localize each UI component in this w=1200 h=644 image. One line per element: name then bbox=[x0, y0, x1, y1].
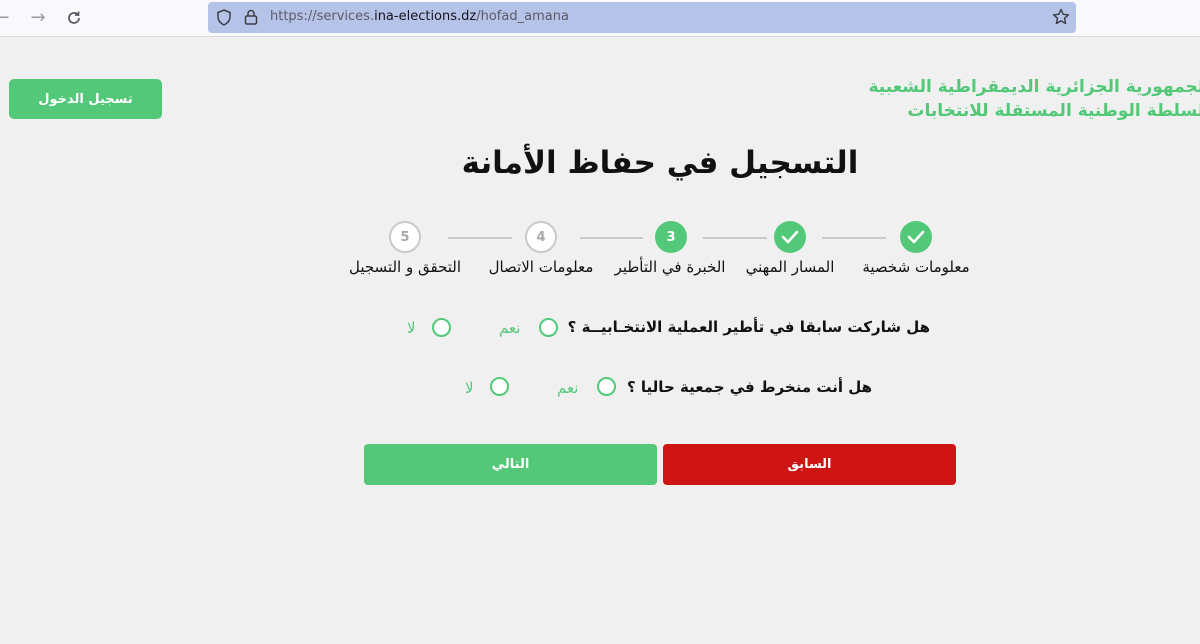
radio-yes-label: نعم bbox=[499, 319, 521, 337]
next-button[interactable]: التالي bbox=[364, 444, 657, 485]
question-association-membership: هل أنت منخرط في جمعية حاليا ؟ bbox=[627, 378, 872, 396]
step-2-complete bbox=[774, 221, 806, 253]
previous-button[interactable]: السابق bbox=[663, 444, 956, 485]
radio-yes-association[interactable] bbox=[597, 377, 616, 396]
radio-no-association[interactable] bbox=[490, 377, 509, 396]
reload-icon[interactable] bbox=[62, 6, 86, 30]
step-connector bbox=[580, 237, 643, 239]
org-name-line-1: الجمهورية الجزائرية الديمقراطية الشعبية bbox=[868, 77, 1200, 97]
step-2-label: المسار المهني bbox=[745, 258, 835, 276]
checkmark-icon bbox=[907, 230, 925, 244]
browser-toolbar: ← → https://services.ina-elections.dz/ho… bbox=[0, 0, 1200, 37]
radio-yes-prior-participation[interactable] bbox=[539, 318, 558, 337]
step-3-label: الخبرة في التأطير bbox=[614, 258, 726, 276]
login-button[interactable]: تسجيل الدخول bbox=[9, 79, 162, 119]
step-connector bbox=[703, 237, 767, 239]
question-prior-participation: هل شاركت سابقا في تأطير العملية الانتخـا… bbox=[567, 318, 930, 336]
back-icon[interactable]: ← bbox=[0, 6, 14, 30]
page-title: التسجيل في حفاظ الأمانة bbox=[461, 145, 859, 181]
radio-no-label: لا bbox=[407, 319, 416, 337]
url-prefix: https://services. bbox=[270, 9, 375, 24]
step-connector bbox=[822, 237, 886, 239]
radio-yes-label: نعم bbox=[557, 379, 579, 397]
step-4-label: معلومات الاتصال bbox=[488, 258, 594, 276]
bookmark-star-icon[interactable] bbox=[1052, 8, 1070, 26]
step-4-pending: 4 bbox=[525, 221, 557, 253]
forward-icon[interactable]: → bbox=[26, 6, 50, 30]
shield-icon[interactable] bbox=[216, 9, 232, 26]
url-host: ina-elections.dz bbox=[374, 9, 477, 24]
step-connector bbox=[448, 237, 512, 239]
org-name-line-2: السلطة الوطنية المستقلة للانتخابات bbox=[907, 101, 1200, 121]
radio-no-prior-participation[interactable] bbox=[432, 318, 451, 337]
url-text[interactable]: https://services.ina-elections.dz/hofad_… bbox=[270, 9, 569, 24]
radio-no-label: لا bbox=[465, 379, 474, 397]
step-1-complete bbox=[900, 221, 932, 253]
checkmark-icon bbox=[781, 230, 799, 244]
url-path: /hofad_amana bbox=[476, 9, 569, 24]
step-1-label: معلومات شخصية bbox=[862, 258, 970, 276]
step-5-pending: 5 bbox=[389, 221, 421, 253]
url-bar[interactable]: https://services.ina-elections.dz/hofad_… bbox=[208, 2, 1076, 33]
lock-icon[interactable] bbox=[244, 9, 258, 25]
step-5-label: التحقق و التسجيل bbox=[348, 258, 462, 276]
step-3-current: 3 bbox=[655, 221, 687, 253]
